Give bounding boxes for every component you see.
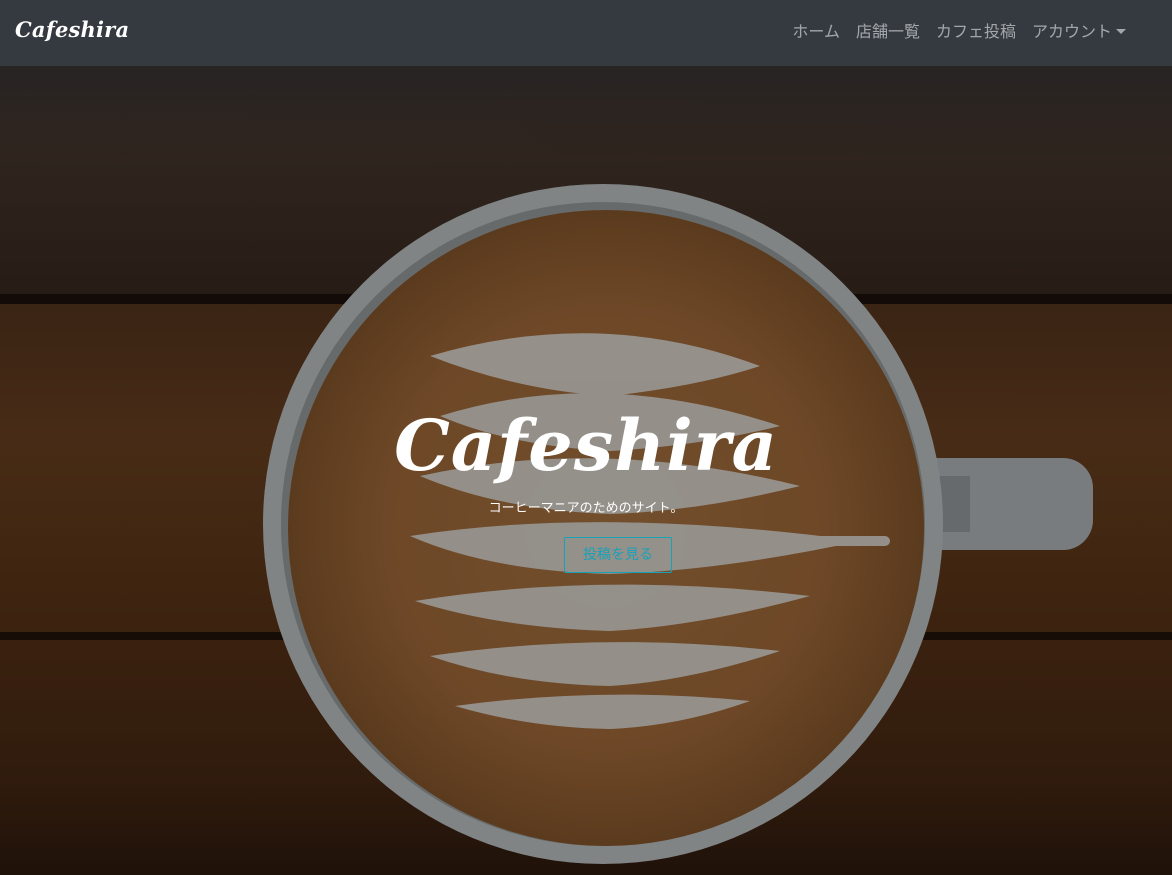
- nav-menu: ホーム 店舗一覧 カフェ投稿 アカウント: [784, 21, 1134, 43]
- chevron-down-icon: [1116, 29, 1126, 34]
- hero-subtitle: コーヒーマニアのためのサイト。: [488, 501, 684, 516]
- nav-link-store-list[interactable]: 店舗一覧: [848, 21, 928, 43]
- view-posts-button[interactable]: 投稿を見る: [564, 537, 672, 573]
- hero-section: Cafeshira コーヒーマニアのためのサイト。 投稿を見る: [0, 66, 1172, 875]
- nav-link-account-label: アカウント: [1031, 22, 1112, 41]
- nav-link-cafe-post[interactable]: カフェ投稿: [928, 21, 1024, 43]
- hero-content: Cafeshira コーヒーマニアのためのサイト。 投稿を見る: [0, 66, 1172, 875]
- top-navbar: Cafeshira ホーム 店舗一覧 カフェ投稿 アカウント: [0, 0, 1172, 66]
- hero-title: Cafeshira: [394, 404, 778, 487]
- brand-logo[interactable]: Cafeshira: [15, 17, 129, 42]
- nav-link-home[interactable]: ホーム: [784, 21, 848, 43]
- nav-link-account-dropdown[interactable]: アカウント: [1024, 21, 1134, 43]
